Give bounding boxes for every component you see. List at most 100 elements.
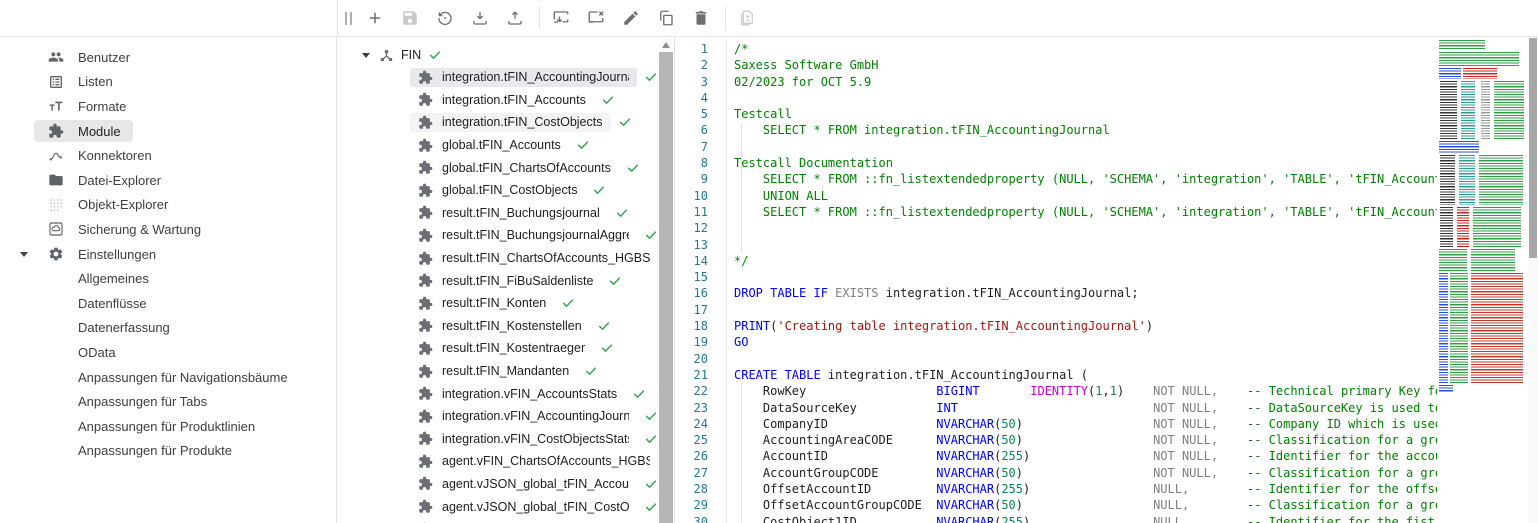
line-number: 26 (675, 448, 708, 464)
chevron-down-icon[interactable] (20, 252, 28, 257)
check-icon (618, 115, 632, 129)
minimap[interactable] (1437, 39, 1528, 395)
tree-item-label: integration.tFIN_Accounts (442, 93, 586, 107)
plus-icon (366, 9, 384, 27)
editor-scrollbar-thumb[interactable] (1529, 38, 1537, 258)
save-icon (401, 9, 419, 27)
tree-item-result-tfin-kostenstellen[interactable]: result.tFIN_Kostenstellen (410, 315, 658, 338)
puzzle-icon (418, 364, 433, 379)
line-number: 13 (675, 237, 708, 253)
line-number: 23 (675, 400, 708, 416)
code-line: 13 (675, 237, 1437, 253)
tree-item-label: integration.vFIN_AccountsStats (442, 387, 617, 401)
sidebar-item-anpassungen-f-r-navigationsb-ume[interactable]: Anpassungen für Navigationsbäume (0, 365, 336, 390)
line-number: 15 (675, 269, 708, 285)
sidebar-item-label: Datenerfassung (78, 320, 170, 335)
puzzle-icon (418, 228, 433, 243)
edit-button[interactable] (618, 5, 644, 31)
sidebar-item-objekt-explorer[interactable]: Objekt-Explorer (0, 193, 336, 218)
sidebar-header-spacer (0, 0, 338, 36)
line-number: 6 (675, 122, 708, 138)
tree-item-global-tfin-costobjects[interactable]: global.tFIN_CostObjects (410, 179, 658, 202)
sidebar-item-sicherung-wartung[interactable]: Sicherung & Wartung (0, 217, 336, 242)
copy-button[interactable] (653, 5, 679, 31)
delete-button[interactable] (688, 5, 714, 31)
tree-root-fin[interactable]: FIN (337, 44, 658, 66)
sql-code-editor[interactable]: 1/*2Saxess Software GmbH302/2023 for OCT… (675, 37, 1538, 523)
tree-item-result-tfin-konten[interactable]: result.tFIN_Konten (410, 292, 658, 315)
line-number: 9 (675, 171, 708, 187)
check-icon (615, 206, 629, 220)
sidebar-item-datei-explorer[interactable]: Datei-Explorer (0, 168, 336, 193)
code-line: 17 (675, 302, 1437, 318)
sidebar-item-listen[interactable]: Listen (0, 70, 336, 95)
code-text (708, 237, 734, 253)
tree-item-label: result.tFIN_ChartsOfAccounts_HGBStructur… (442, 251, 650, 265)
puzzle-icon (418, 205, 433, 220)
code-line: 11 SELECT * FROM ::fn_listextendedproper… (675, 204, 1437, 220)
tree-item-integration-tfin-accounts[interactable]: integration.tFIN_Accounts (410, 89, 658, 112)
tree-item-result-tfin-chartsofaccounts-hgbstructure[interactable]: result.tFIN_ChartsOfAccounts_HGBStructur… (410, 247, 658, 270)
tree-item-result-tfin-fibusaldenliste[interactable]: result.tFIN_FiBuSaldenliste (410, 269, 658, 292)
scroll-up-icon[interactable] (662, 42, 670, 48)
tree-root-label: FIN (401, 48, 421, 62)
code-line: 24 CompanyID NVARCHAR(50) NOT NULL, -- C… (675, 416, 1437, 432)
restore-button[interactable] (432, 5, 458, 31)
upload-icon (506, 9, 524, 27)
undeploy-button[interactable] (583, 5, 609, 31)
tree-item-result-tfin-buchungsjournal[interactable]: result.tFIN_Buchungsjournal (410, 202, 658, 225)
code-line: 7 (675, 139, 1437, 155)
code-line: 5Testcall (675, 106, 1437, 122)
tree-item-agent-vjson-global-tfin-costobjects[interactable]: agent.vJSON_global_tFIN_CostObjects (410, 495, 658, 518)
main-area: BenutzerListenFormateModuleKonnektorenDa… (0, 37, 1538, 523)
download-button[interactable] (467, 5, 493, 31)
tree-item-global-tfin-accounts[interactable]: global.tFIN_Accounts (410, 134, 658, 157)
sidebar-item-allgemeines[interactable]: Allgemeines (0, 266, 336, 291)
sidebar-item-benutzer[interactable]: Benutzer (0, 45, 336, 70)
tree-item-result-tfin-kostentraeger[interactable]: result.tFIN_Kostentraeger (410, 337, 658, 360)
sidebar-item-datenfl-sse[interactable]: Datenflüsse (0, 291, 336, 316)
code-line: 12 (675, 220, 1437, 236)
sidebar-item-anpassungen-f-r-produkte[interactable]: Anpassungen für Produkte (0, 439, 336, 464)
line-number: 24 (675, 416, 708, 432)
tree-item-integration-tfin-accountingjournal[interactable]: integration.tFIN_AccountingJournal (410, 66, 658, 89)
code-text: GO (708, 334, 748, 350)
module-tree-panel: FIN integration.tFIN_AccountingJournalint… (337, 37, 675, 523)
code-text (708, 139, 734, 155)
tree-item-agent-vfin-chartsofaccounts-hgbstructur[interactable]: agent.vFIN_ChartsOfAccounts_HGBStructur (410, 450, 658, 473)
add-button[interactable] (362, 5, 388, 31)
sidebar-item-module[interactable]: Module (0, 119, 336, 144)
tree-scrollbar-thumb[interactable] (659, 52, 673, 523)
tree-scrollbar[interactable] (659, 39, 673, 523)
sidebar-item-datenerfassung[interactable]: Datenerfassung (0, 316, 336, 341)
tree-item-agent-vjson-global-tfin-accounts[interactable]: agent.vJSON_global_tFIN_Accounts (410, 473, 658, 496)
tree-item-result-tfin-buchungsjournalaggregated[interactable]: result.tFIN_BuchungsjournalAggregated (410, 224, 658, 247)
chevron-down-icon[interactable] (362, 53, 370, 58)
sidebar-item-anpassungen-f-r-tabs[interactable]: Anpassungen für Tabs (0, 389, 336, 414)
tree-item-global-tfin-chartsofaccounts[interactable]: global.tFIN_ChartsOfAccounts (410, 156, 658, 179)
tree-item-integration-tfin-costobjects[interactable]: integration.tFIN_CostObjects (410, 111, 658, 134)
save-button (397, 5, 423, 31)
sidebar-item-konnektoren[interactable]: Konnektoren (0, 143, 336, 168)
tree-item-agent-vjson-integration-tfin-accountingj[interactable]: agent.vJSON_integration_tFIN_AccountingJ (410, 518, 658, 523)
line-number: 28 (675, 481, 708, 497)
code-text (708, 220, 734, 236)
tree-item-integration-vfin-costobjectsstats[interactable]: integration.vFIN_CostObjectsStats (410, 428, 658, 451)
panel-drag-handle[interactable] (345, 12, 352, 25)
code-pane[interactable]: 1/*2Saxess Software GmbH302/2023 for OCT… (675, 37, 1437, 523)
tree-item-result-tfin-mandanten[interactable]: result.tFIN_Mandanten (410, 360, 658, 383)
puzzle-icon (418, 476, 433, 491)
sidebar-item-einstellungen[interactable]: Einstellungen (0, 242, 336, 267)
puzzle-icon (48, 123, 64, 139)
sidebar-item-anpassungen-f-r-produktlinien[interactable]: Anpassungen für Produktlinien (0, 414, 336, 439)
sidebar-item-label: Datenflüsse (78, 296, 147, 311)
tree-item-integration-vfin-accountsstats[interactable]: integration.vFIN_AccountsStats (410, 382, 658, 405)
code-text: 02/2023 for OCT 5.9 (708, 74, 871, 90)
editor-scrollbar[interactable] (1528, 37, 1538, 523)
upload-button[interactable] (502, 5, 528, 31)
sidebar-item-formate[interactable]: Formate (0, 94, 336, 119)
sidebar-item-odata[interactable]: OData (0, 340, 336, 365)
deploy-button[interactable] (548, 5, 574, 31)
code-line: 29 OffsetAccountGroupCODE NVARCHAR(50) N… (675, 497, 1437, 513)
tree-item-integration-vfin-accountingjournalstats[interactable]: integration.vFIN_AccountingJournalStats (410, 405, 658, 428)
